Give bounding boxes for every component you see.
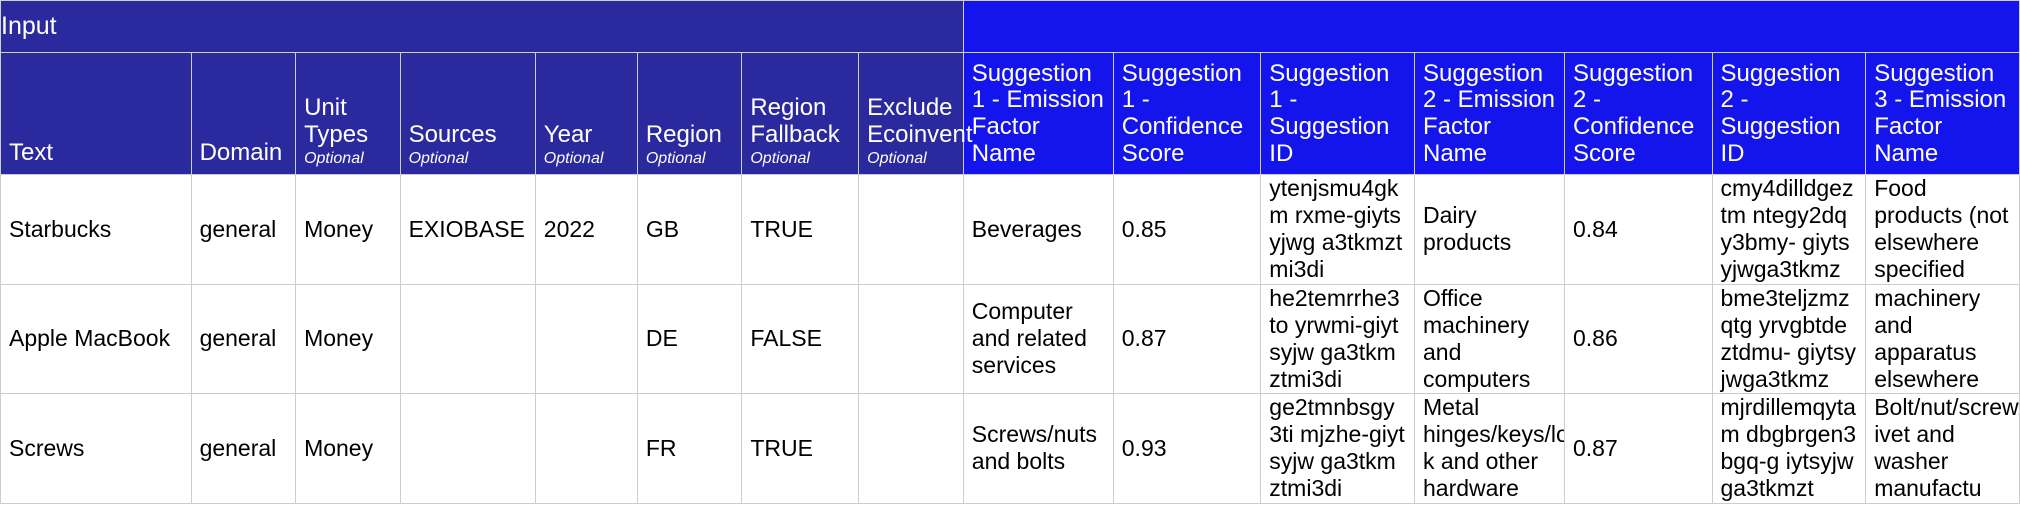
header-title: Domain — [199, 139, 283, 167]
column-header-suggestion-2-id[interactable]: Suggestion 2 - Suggestion ID — [1711, 52, 1867, 175]
cell-suggestion-2-score[interactable]: 0.87 — [1563, 393, 1713, 504]
banner-row: Input — [0, 0, 2020, 53]
cell-suggestion-1-score[interactable]: 0.87 — [1112, 283, 1262, 394]
column-header-suggestion-1-name[interactable]: Suggestion 1 - Emission Factor Name — [962, 52, 1114, 175]
cell-region[interactable]: FR — [636, 393, 743, 504]
cell-suggestion-1-name[interactable]: Screws/nuts and bolts — [962, 393, 1114, 504]
header-title: Exclude Ecoinvent — [867, 94, 973, 149]
column-header-suggestion-3-name[interactable]: Suggestion 3 - Emission Factor Name — [1865, 52, 2020, 175]
header-optional: Optional — [867, 150, 927, 168]
header-title: Sources — [408, 121, 497, 149]
cell-suggestion-2-id[interactable]: mjrdillemqytam dbgbrgen3bgq-g iytsyjwga3… — [1711, 393, 1867, 504]
banner-input-label: Input — [0, 0, 964, 53]
cell-sources[interactable]: EXIOBASE — [399, 174, 536, 285]
banner-output-label — [962, 0, 2020, 53]
header-title: Suggestion 2 - Confidence Score — [1572, 59, 1695, 168]
cell-suggestion-2-id[interactable]: cmy4dilldgeztm ntegy2dqy3bmy- giytsyjwga… — [1711, 174, 1867, 285]
cell-domain[interactable]: general — [190, 174, 297, 285]
cell-unit-types[interactable]: Money — [295, 174, 401, 285]
header-optional: Optional — [645, 150, 706, 168]
column-header-suggestion-2-name[interactable]: Suggestion 2 - Emission Factor Name — [1413, 52, 1565, 175]
column-header-suggestion-2-score[interactable]: Suggestion 2 - Confidence Score — [1563, 52, 1713, 175]
cell-region-fallback[interactable]: TRUE — [741, 174, 860, 285]
cell-text[interactable]: Screws — [0, 393, 192, 504]
header-title: Region Fallback — [750, 94, 840, 149]
header-title: Suggestion 3 - Emission Factor Name — [1874, 59, 2007, 168]
cell-region-fallback[interactable]: TRUE — [741, 393, 860, 504]
header-optional: Optional — [543, 150, 604, 168]
header-title: Suggestion 1 - Suggestion ID — [1269, 59, 1390, 168]
header-optional: Optional — [408, 150, 469, 168]
suggestion-id-value: bme3teljzmzqtg yrvgbtdeztdmu- giytsyjwga… — [1720, 284, 1856, 392]
column-header-sources[interactable]: Sources Optional — [399, 52, 536, 175]
column-header-region[interactable]: Region Optional — [636, 52, 743, 175]
cell-suggestion-1-score[interactable]: 0.85 — [1112, 174, 1262, 285]
header-title: Suggestion 2 - Suggestion ID — [1720, 59, 1841, 168]
header-optional: Optional — [304, 150, 364, 168]
header-title: Suggestion 1 - Confidence Score — [1121, 59, 1244, 168]
column-header-unit-types[interactable]: Unit Types Optional — [295, 52, 401, 175]
cell-suggestion-2-score[interactable]: 0.86 — [1563, 283, 1713, 394]
cell-suggestion-1-name[interactable]: Beverages — [962, 174, 1114, 285]
cell-year[interactable] — [534, 393, 638, 504]
table-row[interactable]: Starbucks general Money EXIOBASE 2022 GB… — [0, 174, 2020, 285]
cell-unit-types[interactable]: Money — [295, 283, 401, 394]
header-title: Year — [543, 121, 593, 149]
cell-domain[interactable]: general — [190, 283, 297, 394]
cell-suggestion-2-id[interactable]: bme3teljzmzqtg yrvgbtdeztdmu- giytsyjwga… — [1711, 283, 1867, 394]
data-table: Input Text Domain Unit Types Optional So… — [0, 0, 2020, 504]
column-header-row: Text Domain Unit Types Optional Sources … — [0, 52, 2020, 175]
header-title: Text — [9, 139, 54, 167]
column-header-region-fallback[interactable]: Region Fallback Optional — [741, 52, 860, 175]
cell-text[interactable]: Starbucks — [0, 174, 192, 285]
suggestion-id-value: cmy4dilldgeztm ntegy2dqy3bmy- giytsyjwga… — [1720, 175, 1854, 283]
header-title: Unit Types — [304, 94, 369, 149]
cell-sources[interactable] — [399, 393, 536, 504]
spreadsheet-grid[interactable]: Input Text Domain Unit Types Optional So… — [0, 0, 2020, 532]
cell-suggestion-1-name[interactable]: Computer and related services — [962, 283, 1114, 394]
cell-year[interactable]: 2022 — [534, 174, 638, 285]
header-title: Suggestion 2 - Emission Factor Name — [1422, 59, 1556, 168]
column-header-suggestion-1-score[interactable]: Suggestion 1 - Confidence Score — [1112, 52, 1262, 175]
header-title: Region — [645, 121, 722, 149]
cell-exclude-ecoinvent[interactable] — [858, 174, 964, 285]
cell-region-fallback[interactable]: FALSE — [741, 283, 860, 394]
cell-suggestion-2-name[interactable]: Dairy products — [1413, 174, 1565, 285]
cell-suggestion-3-name[interactable]: machinery and apparatus elsewhere — [1865, 283, 2020, 394]
cell-region[interactable]: GB — [636, 174, 743, 285]
column-header-domain[interactable]: Domain — [190, 52, 297, 175]
cell-suggestion-1-id[interactable]: he2temrrhe3to yrwmi-giytsyjw ga3tkmztmi3… — [1260, 283, 1415, 394]
column-header-text[interactable]: Text — [0, 52, 192, 175]
column-header-year[interactable]: Year Optional — [534, 52, 638, 175]
suggestion-id-value: he2temrrhe3to yrwmi-giytsyjw ga3tkmztmi3… — [1269, 284, 1400, 392]
cell-year[interactable] — [534, 283, 638, 394]
cell-suggestion-2-name[interactable]: Metal hinges/keys/loc k and other hardwa… — [1413, 393, 1565, 504]
cell-suggestion-2-score[interactable]: 0.84 — [1563, 174, 1713, 285]
cell-suggestion-1-id[interactable]: ge2tmnbsgy3ti mjzhe-giytsyjw ga3tkmztmi3… — [1260, 393, 1415, 504]
cell-exclude-ecoinvent[interactable] — [858, 393, 964, 504]
cell-suggestion-1-score[interactable]: 0.93 — [1112, 393, 1262, 504]
cell-domain[interactable]: general — [190, 393, 297, 504]
table-row[interactable]: Apple MacBook general Money DE FALSE Com… — [0, 283, 2020, 394]
suggestion-id-value: mjrdillemqytam dbgbrgen3bgq-g iytsyjwga3… — [1720, 394, 1857, 502]
cell-exclude-ecoinvent[interactable] — [858, 283, 964, 394]
cell-text[interactable]: Apple MacBook — [0, 283, 192, 394]
cell-suggestion-1-id[interactable]: ytenjsmu4gkm rxme-giytsyjwg a3tkmztmi3di — [1260, 174, 1415, 285]
cell-sources[interactable] — [399, 283, 536, 394]
suggestion-id-value: ge2tmnbsgy3ti mjzhe-giytsyjw ga3tkmztmi3… — [1269, 394, 1405, 502]
cell-suggestion-3-name[interactable]: Food products (not elsewhere specified — [1865, 174, 2020, 285]
header-optional: Optional — [750, 150, 810, 168]
table-row[interactable]: Screws general Money FR TRUE Screws/nuts… — [0, 393, 2020, 504]
column-header-suggestion-1-id[interactable]: Suggestion 1 - Suggestion ID — [1260, 52, 1415, 175]
column-header-exclude-ecoinvent[interactable]: Exclude Ecoinvent Optional — [858, 52, 973, 175]
cell-suggestion-2-name[interactable]: Office machinery and computers — [1413, 283, 1565, 394]
cell-region[interactable]: DE — [636, 283, 743, 394]
cell-suggestion-3-name[interactable]: Bolt/nut/screw/r ivet and washer manufac… — [1865, 393, 2020, 504]
cell-unit-types[interactable]: Money — [295, 393, 401, 504]
suggestion-id-value: ytenjsmu4gkm rxme-giytsyjwg a3tkmztmi3di — [1269, 175, 1403, 283]
header-title: Suggestion 1 - Emission Factor Name — [971, 59, 1104, 168]
